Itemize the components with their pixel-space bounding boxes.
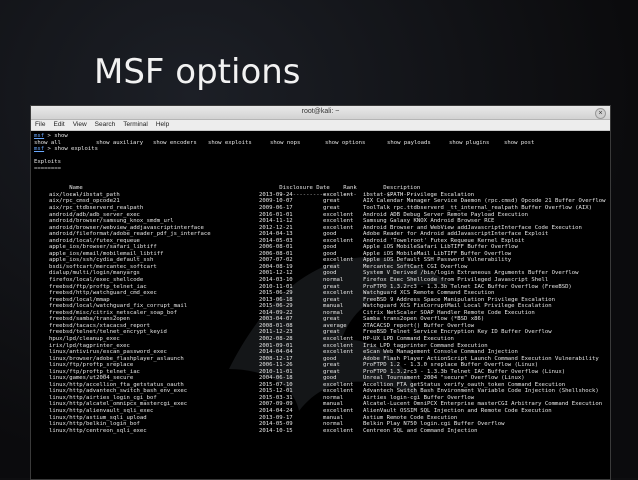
command-text: > show [44, 133, 68, 139]
terminal-window: root@kali: ~ × File Edit View Search Termina… [30, 105, 611, 480]
menu-item-search[interactable]: Search [95, 120, 116, 130]
menu-item-terminal[interactable]: Terminal [123, 120, 148, 130]
table-row: linux/http/centreon_sqli_exec 2014-10-15 e… [34, 428, 610, 435]
exploit-name: linux/http/centreon_sqli_exec [49, 427, 147, 434]
slide-title: MSF options [94, 52, 301, 92]
close-icon[interactable]: × [595, 108, 606, 119]
rank: excellent [323, 427, 354, 434]
menu-bar: File Edit View Search Terminal Help [31, 120, 610, 131]
prompt: msf [34, 133, 45, 139]
description: Centreon SQL and Command Injection [363, 427, 478, 434]
window-titlebar[interactable]: root@kali: ~ × [31, 106, 610, 120]
menu-item-view[interactable]: View [73, 120, 87, 130]
command-text: > show exploits [44, 146, 98, 153]
disclosure-date: 2014-10-15 [259, 427, 293, 434]
command-line: msf > show [34, 133, 610, 140]
exploit-table: aix/local/ibstat_path 2013-09-24 excellent… [34, 192, 610, 434]
menu-item-help[interactable]: Help [156, 120, 169, 130]
menu-item-file[interactable]: File [35, 120, 45, 130]
menu-item-edit[interactable]: Edit [53, 120, 64, 130]
window-title: root@kali: ~ [301, 108, 340, 115]
prompt: msf [34, 146, 45, 153]
terminal-output[interactable]: msf > show show all show auxiliary show en… [31, 131, 610, 479]
